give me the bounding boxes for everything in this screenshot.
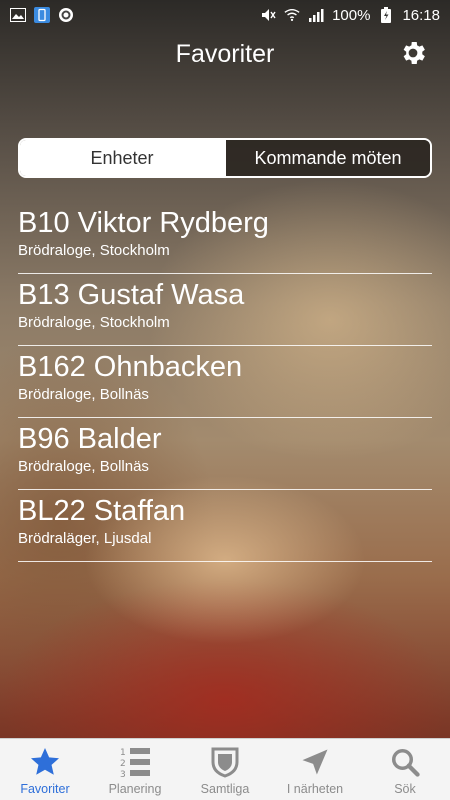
favorites-list: B10 Viktor Rydberg Brödraloge, Stockholm… [18,202,432,562]
segment-enheter[interactable]: Enheter [20,140,224,176]
star-icon [28,745,62,779]
mute-icon [260,7,276,23]
status-right: 100% 16:18 [260,7,440,24]
numbered-list-icon: 1 2 3 [118,745,152,779]
shield-icon [208,745,242,779]
tab-label: I närheten [286,782,344,796]
item-title: BL22 Staffan [18,495,186,527]
gear-icon [398,42,428,72]
phone-app-icon [34,7,50,23]
app-circle-icon [58,7,74,23]
item-subtitle: Brödraloge, Bollnäs [18,458,149,475]
signal-icon [308,7,324,23]
item-subtitle: Brödraloge, Stockholm [18,242,170,259]
list-item[interactable]: B162 Ohnbacken Brödraloge, Bollnäs [18,346,432,418]
status-bar: 100% 16:18 [0,0,450,30]
page-title: Favoriter [175,39,275,68]
tab-i-narheten[interactable]: I närheten [270,739,360,800]
tab-sok[interactable]: Sök [360,739,450,800]
item-subtitle: Brödraläger, Ljusdal [18,530,152,547]
battery-icon [378,7,394,23]
tab-label: Samtliga [200,782,250,796]
battery-percent: 100% [332,6,371,24]
item-title: B162 Ohnbacken [18,351,243,383]
list-item[interactable]: B10 Viktor Rydberg Brödraloge, Stockholm [18,202,432,274]
settings-button[interactable] [398,38,428,68]
svg-text:2: 2 [120,759,126,769]
tab-favoriter[interactable]: Favoriter [0,739,90,800]
tab-label: Favoriter [20,782,70,796]
svg-text:3: 3 [120,770,126,779]
tab-label: Sök [394,782,416,796]
wifi-icon [284,7,300,23]
segment-kommande-moten[interactable]: Kommande möten [224,140,430,176]
tab-bar: Favoriter 1 2 3 Planering Samtliga I när… [0,738,450,800]
tab-label: Planering [108,782,162,796]
item-title: B13 Gustaf Wasa [18,279,245,311]
item-subtitle: Brödraloge, Bollnäs [18,386,149,403]
segmented-control: Enheter Kommande möten [18,138,432,178]
item-subtitle: Brödraloge, Stockholm [18,314,170,331]
tab-samtliga[interactable]: Samtliga [180,739,270,800]
item-title: B96 Balder [18,423,162,455]
list-item[interactable]: B96 Balder Brödraloge, Bollnäs [18,418,432,490]
list-item[interactable]: BL22 Staffan Brödraläger, Ljusdal [18,490,432,562]
svg-text:1: 1 [120,748,126,758]
gallery-icon [10,7,26,23]
location-arrow-icon [298,745,332,779]
status-left [10,7,74,23]
search-icon [388,745,422,779]
clock: 16:18 [402,6,440,24]
tab-planering[interactable]: 1 2 3 Planering [90,739,180,800]
header: Favoriter [0,30,450,78]
item-title: B10 Viktor Rydberg [18,207,269,239]
list-item[interactable]: B13 Gustaf Wasa Brödraloge, Stockholm [18,274,432,346]
